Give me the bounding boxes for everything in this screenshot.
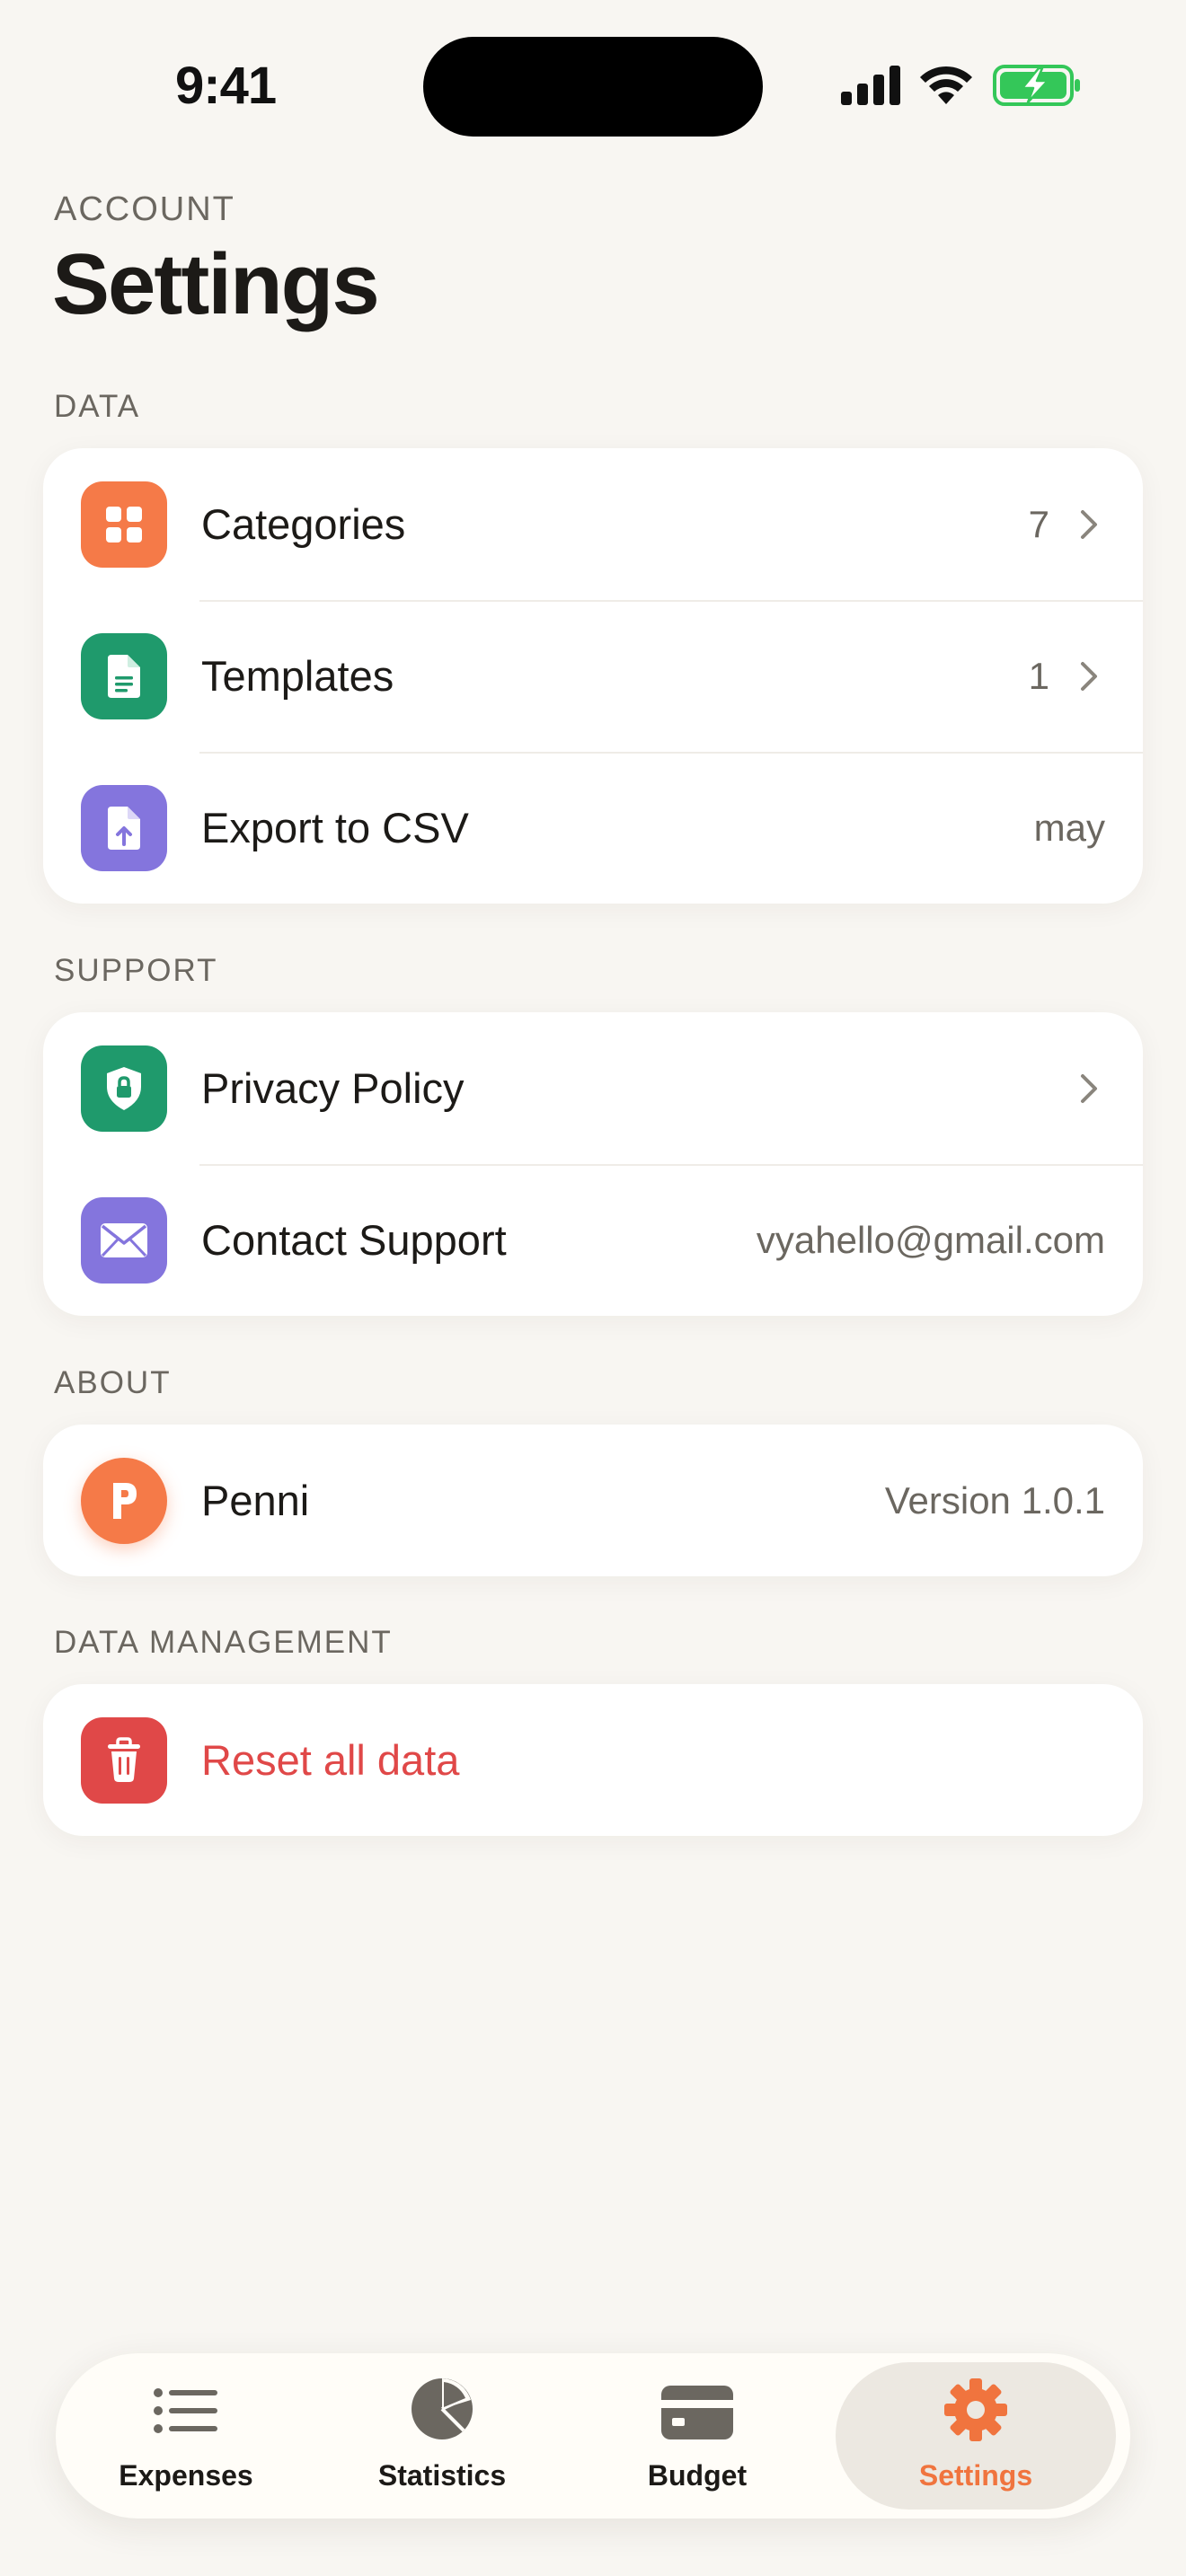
section-label-data-management: DATA MANAGEMENT [54, 1625, 393, 1660]
tab-settings[interactable]: Settings [836, 2353, 1116, 2519]
section-label-support: SUPPORT [54, 953, 218, 988]
chevron-right-icon [1081, 662, 1097, 691]
data-management-card: Reset all data [43, 1684, 1143, 1836]
support-email: vyahello@gmail.com [756, 1219, 1105, 1261]
row-label: Export to CSV [201, 804, 469, 851]
tab-label: Expenses [119, 2459, 253, 2492]
battery-charging-icon [993, 65, 1080, 106]
list-icon [154, 2388, 217, 2433]
envelope-icon [81, 1197, 167, 1284]
tab-expenses[interactable]: Expenses [58, 2353, 314, 2519]
row-label: Contact Support [201, 1216, 507, 1264]
templates-row[interactable]: Templates 1 [43, 600, 1143, 752]
contact-support-row[interactable]: Contact Support vyahello@gmail.com [43, 1164, 1143, 1316]
export-csv-row[interactable]: Export to CSV may [43, 752, 1143, 904]
section-eyebrow: ACCOUNT [54, 190, 235, 228]
data-card: Categories 7 Templates 1 Export to CSV m… [43, 448, 1143, 904]
settings-screen: 9:41 ACCOUNT Settings DATA Categories 7 … [0, 0, 1186, 2576]
wallet-card-icon [661, 2386, 733, 2439]
section-label-data: DATA [54, 389, 141, 424]
tab-label: Settings [918, 2459, 1033, 2492]
app-info-row: Penni Version 1.0.1 [43, 1425, 1143, 1576]
pie-chart-icon [412, 2378, 473, 2439]
row-label: Templates [201, 652, 394, 700]
section-label-about: ABOUT [54, 1365, 172, 1400]
tab-statistics[interactable]: Statistics [314, 2353, 571, 2519]
privacy-policy-row[interactable]: Privacy Policy [43, 1012, 1143, 1164]
grid-icon [81, 481, 167, 568]
tab-bar: Expenses Statistics Budget Settings [56, 2353, 1130, 2519]
row-label: Categories [201, 500, 406, 548]
document-icon [81, 633, 167, 719]
app-logo-icon [81, 1458, 167, 1544]
gear-icon [944, 2378, 1007, 2441]
status-time: 9:41 [175, 57, 277, 115]
tab-label: Statistics [377, 2459, 507, 2492]
chevron-right-icon [1081, 1074, 1097, 1103]
row-label: Privacy Policy [201, 1064, 465, 1112]
tab-budget[interactable]: Budget [569, 2353, 826, 2519]
app-name: Penni [201, 1477, 310, 1524]
reset-all-data-label: Reset all data [201, 1736, 460, 1784]
dynamic-island [423, 37, 763, 137]
wifi-icon [920, 66, 972, 104]
file-export-icon [81, 785, 167, 871]
shield-lock-icon [81, 1045, 167, 1132]
support-card: Privacy Policy Contact Support vyahello@… [43, 1012, 1143, 1316]
reset-all-data-row[interactable]: Reset all data [43, 1684, 1143, 1836]
cellular-signal-icon [841, 66, 900, 105]
categories-count: 7 [1028, 503, 1049, 545]
status-bar: 9:41 [0, 0, 1186, 153]
export-period-value: may [1033, 807, 1105, 849]
categories-row[interactable]: Categories 7 [43, 448, 1143, 600]
about-card: Penni Version 1.0.1 [43, 1425, 1143, 1576]
page-title: Settings [52, 236, 380, 332]
trash-icon [81, 1717, 167, 1804]
templates-count: 1 [1028, 655, 1049, 697]
tab-label: Budget [647, 2459, 748, 2492]
chevron-right-icon [1081, 510, 1097, 539]
app-version: Version 1.0.1 [884, 1479, 1105, 1522]
